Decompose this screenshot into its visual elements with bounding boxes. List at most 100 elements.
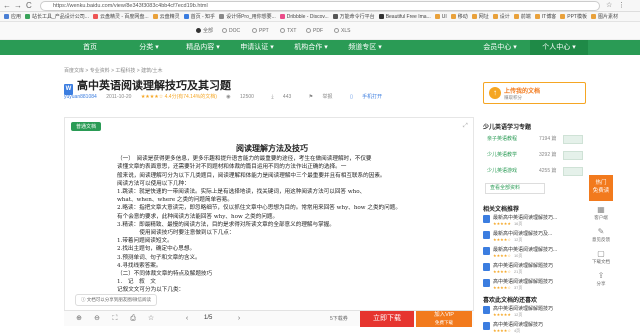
prev-page-icon[interactable]: ‹ xyxy=(182,314,192,324)
nav-channel[interactable]: 频道专区 ▾ xyxy=(338,40,392,55)
view-all-button[interactable]: 查看全部资料 xyxy=(485,183,545,194)
back-icon[interactable]: ← xyxy=(3,1,11,11)
collection-item[interactable]: 少儿英语游戏 4255 篇 xyxy=(483,166,586,177)
print-icon[interactable]: ⎙ xyxy=(128,314,138,324)
doc-list-rating: ★★★★☆ 21页 xyxy=(493,269,522,275)
eye-icon: ◉ xyxy=(226,94,233,100)
doc-file-icon xyxy=(483,322,490,330)
doc-file-icon xyxy=(483,306,490,314)
fullscreen-toggle-icon[interactable]: ⛶ xyxy=(110,314,120,324)
share-tip[interactable]: ⓘ 文档可以分享到朋友圈/微信阅读 xyxy=(75,294,158,306)
bookmark-item[interactable]: IT博客 xyxy=(534,12,556,21)
doc-file-icon xyxy=(483,279,490,287)
doc-list-stars: ★★★★★ xyxy=(493,221,511,226)
bookmark-item[interactable]: 设计师Pro_用你想要... xyxy=(219,12,276,21)
bookmark-item[interactable]: 图片素材 xyxy=(590,12,618,21)
vip-button[interactable]: 加入VIP 免费下载 xyxy=(416,311,472,327)
feedback-label: 意见反馈 xyxy=(592,237,610,242)
nav-member[interactable]: 会员中心 ▾ xyxy=(470,40,530,55)
upload-doc-button[interactable]: ↑ 上传我的文档 赚取积分 xyxy=(483,82,586,104)
report-link[interactable]: ⚑ 举报 xyxy=(309,94,341,100)
bookmark-item[interactable]: 应用 xyxy=(4,12,22,21)
nav-home[interactable]: 首页 xyxy=(58,40,122,55)
search-type-radio[interactable]: 全部 xyxy=(196,27,213,35)
search-type-label: 全部 xyxy=(203,28,214,34)
search-type-radio[interactable]: PDF xyxy=(306,27,323,35)
fullscreen-icon[interactable]: ⤢ xyxy=(463,123,468,130)
paper-line: 3.预测单词、句子和文章的含义。 xyxy=(117,254,201,261)
down-label: 下载券 xyxy=(332,316,348,322)
nav-certify[interactable]: 申请认证 ▾ xyxy=(230,40,284,55)
client-label: 客户端 xyxy=(594,215,608,220)
zoom-out-icon[interactable]: ⊖ xyxy=(92,314,102,324)
doc-list-item[interactable]: 高中英语阅读理解技巧 ★★★★☆ 4页 xyxy=(483,321,586,334)
bookmark-item[interactable]: 移动 xyxy=(450,12,468,21)
search-type-radio[interactable]: PPT xyxy=(252,27,269,35)
zoom-in-icon[interactable]: ⊕ xyxy=(74,314,84,324)
feedback-icon: ✎ xyxy=(597,227,605,236)
doc-list-title: 最新高中英语阅读理解技巧... xyxy=(493,247,558,253)
hot-free-read-button[interactable]: 热门 免费读 xyxy=(589,175,613,201)
reload-icon[interactable]: C xyxy=(26,1,32,11)
doc-list-item[interactable]: 最新高中英语阅读理解技巧... ★★★★☆ 10页 xyxy=(483,246,586,259)
radio-dot-icon xyxy=(252,28,257,33)
share-button[interactable]: ⇪ 分享 xyxy=(589,271,613,287)
doc-list-title: 高中英语阅读理解解题技巧 xyxy=(493,279,554,285)
share-tip-text: 文档可以分享到朋友圈/微信阅读 xyxy=(86,297,152,302)
mobile-open-link[interactable]: ▯ 手机打开 xyxy=(350,94,390,100)
nav-org[interactable]: 机构合作 ▾ xyxy=(284,40,338,55)
doc-list-item[interactable]: 高中英语阅读理解解题技巧 ★★★★★ 12页 xyxy=(483,305,586,318)
bookmark-label: 设计师Pro_用你想要... xyxy=(226,14,276,20)
bookmark-item[interactable]: 首页 - 知乎 xyxy=(183,12,215,21)
bookmark-item[interactable]: 云盘精灵 - 百度网盘... xyxy=(92,12,149,21)
bookmark-item[interactable]: UI xyxy=(434,12,447,21)
nav-premium[interactable]: 精品内容 ▾ xyxy=(176,40,230,55)
side-download-button[interactable]: ▢ 下载文档 xyxy=(589,249,613,265)
nav-personal[interactable]: 个人中心 ▾ xyxy=(530,40,588,55)
bookmark-item[interactable]: Dribbble - Discov... xyxy=(279,12,329,21)
collection-item[interactable]: 亲子英语教程 7194 篇 xyxy=(483,134,586,145)
collection-count: 7194 篇 xyxy=(539,136,557,142)
bookmark-item[interactable]: 云盘精灵 xyxy=(152,12,180,21)
doc-list-item[interactable]: 高中英语阅读理解解题技巧 ★★★★☆ 21页 xyxy=(483,262,586,275)
radio-dot-icon xyxy=(280,28,285,33)
author-link[interactable]: yuyuan881084 xyxy=(64,94,97,100)
next-page-icon[interactable]: › xyxy=(234,314,244,324)
bookmark-favicon-icon xyxy=(25,14,31,19)
nav-category[interactable]: 分类 ▾ xyxy=(122,40,176,55)
bookmark-item[interactable]: 网址 xyxy=(471,12,489,21)
download-button[interactable]: 立即下载 xyxy=(360,311,414,327)
doc-list-rating: ★★★★☆ 4页 xyxy=(493,328,520,334)
doc-list-item[interactable]: 最新高中阅读理解技巧及... ★★★★☆ 12页 xyxy=(483,230,586,243)
forward-icon[interactable]: → xyxy=(14,1,22,11)
side-download-label: 下载文档 xyxy=(592,259,610,264)
bookmark-label: Beautiful Free Ima... xyxy=(385,14,431,20)
collection-name: 亲子英语教程 xyxy=(487,136,518,142)
search-type-radio[interactable]: XLS xyxy=(334,27,350,35)
feedback-button[interactable]: ✎ 意见反馈 xyxy=(589,227,613,243)
search-type-radio[interactable]: DOC xyxy=(222,27,240,35)
doc-list-item[interactable]: 最新高中英语阅读理解技巧... ★★★★★ 16页 xyxy=(483,214,586,227)
menu-icon[interactable]: ⋮ xyxy=(618,1,625,11)
star-icon[interactable]: ☆ xyxy=(606,1,612,11)
breadcrumb[interactable]: 百度文库 > 专业资料 > 工程科技 > 建筑/土木 xyxy=(64,67,163,74)
bookmark-item[interactable]: 设计 xyxy=(492,12,510,21)
bookmark-label: PPT模板 xyxy=(567,14,587,20)
doc-list-item[interactable]: 高中英语阅读理解解题技巧 ★★★★☆ 37页 xyxy=(483,278,586,291)
collection-thumbnail xyxy=(563,167,583,176)
page-number-input[interactable]: 1/5 xyxy=(204,315,212,321)
bookmark-item[interactable]: PPT模板 xyxy=(560,12,587,21)
doc-list-pages: 21页 xyxy=(513,269,523,274)
bookmark-item[interactable]: Beautiful Free Ima... xyxy=(378,12,431,21)
search-type-radio[interactable]: TXT xyxy=(280,27,296,35)
radio-dot-icon xyxy=(334,28,339,33)
bookmark-item[interactable]: 站长工具_产品设计公司... xyxy=(25,12,89,21)
client-button[interactable]: ▦ 客户端 xyxy=(589,205,613,221)
bookmark-icon[interactable]: ☆ xyxy=(146,314,156,324)
bookmark-item[interactable]: 前端 xyxy=(513,12,531,21)
paper-line: 读懂文章的表面意思，还需要针对不同题材和体裁的篇目运用不同的方法作出正确的选择。… xyxy=(117,164,347,171)
collection-item[interactable]: 少儿英语教学 3292 篇 xyxy=(483,150,586,161)
url-input[interactable]: https://wenku.baidu.com/view/8e343f3083c… xyxy=(40,1,600,11)
bookmark-item[interactable]: 万能命令行平台 xyxy=(332,12,375,21)
bookmark-label: 应用 xyxy=(11,14,22,20)
